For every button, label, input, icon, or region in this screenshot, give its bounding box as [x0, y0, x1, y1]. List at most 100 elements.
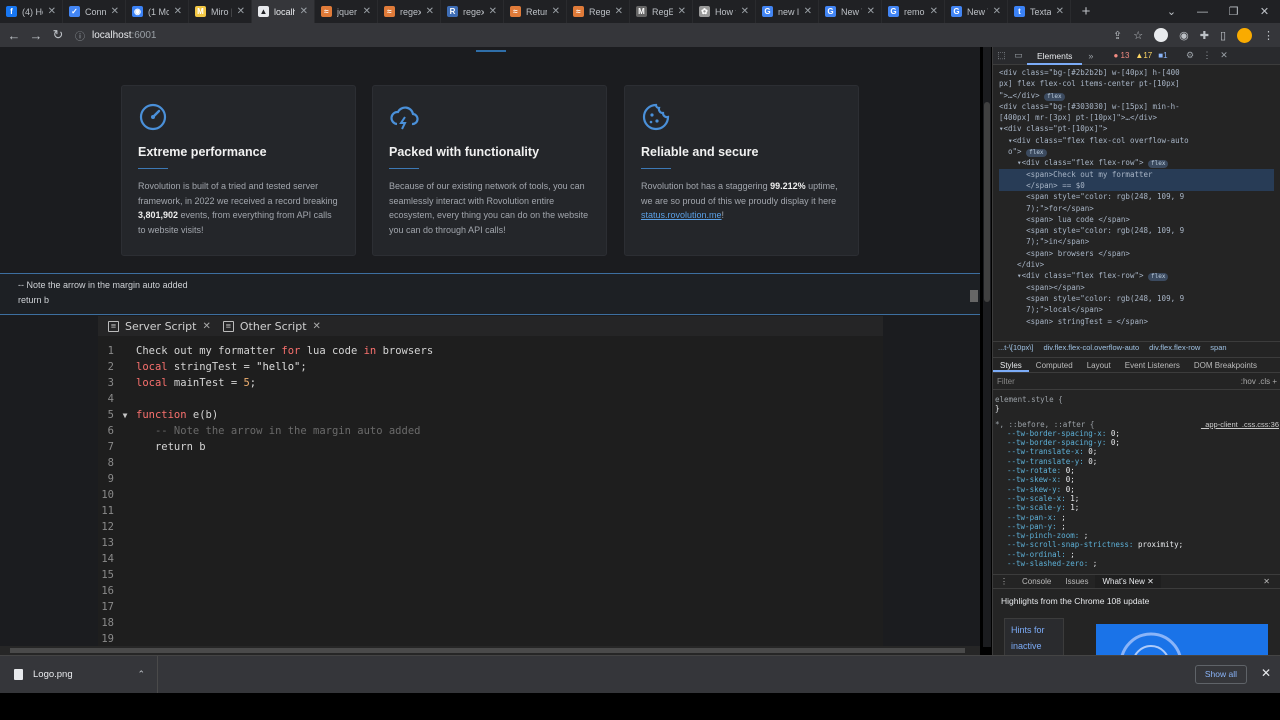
- dom-node[interactable]: </div>: [999, 259, 1274, 270]
- hints-link[interactable]: Hints for inactive: [1004, 618, 1064, 655]
- styles-tab[interactable]: DOM Breakpoints: [1187, 358, 1264, 372]
- code-line[interactable]: 7 return b: [98, 439, 883, 455]
- code-line[interactable]: 6 -- Note the arrow in the margin auto a…: [98, 423, 883, 439]
- browser-tab[interactable]: ◉ (1 Mc ✕: [126, 0, 189, 23]
- dom-node[interactable]: <span style="color: rgb(248, 109, 9: [999, 225, 1274, 236]
- back-icon[interactable]: ←: [3, 28, 25, 43]
- dom-node[interactable]: px] flex flex-col items-center pt-[10px]: [999, 78, 1274, 89]
- browser-tab[interactable]: f (4) Ho ✕: [0, 0, 63, 23]
- close-tab-icon[interactable]: ✕: [48, 6, 56, 17]
- browser-tab[interactable]: ≈ Return ✕: [504, 0, 567, 23]
- close-tab-icon[interactable]: ✕: [615, 6, 623, 17]
- breadcrumb-item[interactable]: div.flex.flex-col.overflow-auto: [1043, 342, 1139, 353]
- close-icon[interactable]: ✕: [313, 321, 321, 332]
- breadcrumb-item[interactable]: ...t-\[10px\]: [998, 342, 1033, 353]
- extension-icon[interactable]: [1154, 28, 1169, 42]
- show-all-button[interactable]: Show all: [1194, 665, 1247, 684]
- close-tab-icon[interactable]: ✕: [867, 6, 875, 17]
- extension-2-icon[interactable]: ◉: [1179, 29, 1189, 42]
- browser-tab[interactable]: M RegEx ✕: [630, 0, 693, 23]
- fold-arrow-icon[interactable]: ▼: [114, 411, 136, 420]
- status-link[interactable]: status.rovolution.me: [641, 210, 722, 220]
- close-tab-icon[interactable]: ✕: [174, 6, 182, 17]
- styles-tab[interactable]: Event Listeners: [1118, 358, 1187, 372]
- dom-node[interactable]: <span style="color: rgb(248, 109, 9: [999, 191, 1274, 202]
- dom-node[interactable]: <span style="color: rgb(248, 109, 9: [999, 293, 1274, 304]
- close-tab-icon[interactable]: ✕: [678, 6, 686, 17]
- css-property[interactable]: --tw-scale-y: 1;: [995, 503, 1279, 512]
- styles-tab[interactable]: Styles: [993, 358, 1029, 372]
- css-property[interactable]: --tw-slashed-zero: ;: [995, 559, 1279, 568]
- dom-node[interactable]: o"> flex: [999, 146, 1274, 158]
- dom-node[interactable]: <span> stringTest = </span>: [999, 316, 1274, 327]
- chevron-up-icon[interactable]: ⌃: [137, 669, 145, 680]
- browser-tab[interactable]: G New T ✕: [819, 0, 882, 23]
- dom-node[interactable]: <span> browsers </span>: [999, 248, 1274, 259]
- code-line[interactable]: 18: [98, 615, 883, 631]
- dom-node[interactable]: <div class="bg-[#303030] w-[15px] min-h-: [999, 101, 1274, 112]
- breadcrumb-item[interactable]: span: [1210, 342, 1226, 353]
- drawer-tab[interactable]: Issues: [1058, 575, 1095, 588]
- close-devtools-icon[interactable]: ✕: [1216, 50, 1233, 61]
- tab-elements[interactable]: Elements: [1027, 47, 1083, 65]
- issue-counts[interactable]: ● 13 ▲17 ■1: [1113, 51, 1167, 60]
- browser-tab[interactable]: ▲ localh ✕: [252, 0, 315, 23]
- dom-node[interactable]: ">…</div> flex: [999, 90, 1274, 101]
- code-line[interactable]: 14: [98, 551, 883, 567]
- breadcrumb-item[interactable]: div.flex.flex-row: [1149, 342, 1200, 353]
- more-tabs-icon[interactable]: »: [1082, 51, 1099, 61]
- close-tab-icon[interactable]: ✕: [741, 6, 749, 17]
- close-tab-icon[interactable]: ✕: [111, 6, 119, 17]
- browser-tab[interactable]: M Miro | ✕: [189, 0, 252, 23]
- code-line[interactable]: 9: [98, 471, 883, 487]
- inspect-icon[interactable]: ⬚: [993, 50, 1010, 61]
- browser-tab[interactable]: ≈ regex ✕: [378, 0, 441, 23]
- address-bar[interactable]: ⓘ localhost:6001: [75, 25, 1105, 45]
- device-toggle-icon[interactable]: ▭: [1010, 50, 1027, 61]
- code-line[interactable]: 8: [98, 455, 883, 471]
- code-line[interactable]: 17: [98, 599, 883, 615]
- code-line[interactable]: 3 local mainTest = 5;: [98, 375, 883, 391]
- css-property[interactable]: --tw-translate-y: 0;: [995, 457, 1279, 466]
- close-tab-icon[interactable]: ✕: [300, 6, 308, 17]
- css-property[interactable]: --tw-ordinal: ;: [995, 550, 1279, 559]
- horizontal-scrollbar[interactable]: [0, 646, 980, 655]
- close-tab-icon[interactable]: ✕: [489, 6, 497, 17]
- code-line[interactable]: 4: [98, 391, 883, 407]
- close-drawer-icon[interactable]: ✕: [1256, 575, 1277, 589]
- dom-node[interactable]: <span>Check out my formatter: [999, 168, 1274, 180]
- kebab-menu-icon[interactable]: ⋮: [1199, 50, 1216, 61]
- dom-node[interactable]: </span> == $0: [999, 179, 1274, 192]
- css-property[interactable]: --tw-scroll-snap-strictness: proximity;: [995, 540, 1279, 549]
- css-property[interactable]: --tw-translate-x: 0;: [995, 447, 1279, 456]
- close-tab-icon[interactable]: ✕: [1056, 6, 1064, 17]
- reload-icon[interactable]: ↻: [47, 27, 69, 43]
- tab-other-script[interactable]: ≡ Other Script ✕: [222, 320, 321, 333]
- side-panel-icon[interactable]: ▯: [1220, 29, 1226, 42]
- maximize-icon[interactable]: ❐: [1218, 0, 1249, 23]
- dom-node[interactable]: [400px] mr-[3px] pt-[10px]">…</div>: [999, 112, 1274, 123]
- settings-gear-icon[interactable]: ⚙: [1182, 50, 1199, 61]
- dom-node[interactable]: <span> lua code </span>: [999, 214, 1274, 225]
- dom-node[interactable]: 7);">for</span>: [999, 203, 1274, 214]
- css-source-link[interactable]: _app-client_.css.css:36: [1201, 420, 1279, 429]
- download-item[interactable]: Logo.png ⌃: [0, 655, 158, 694]
- close-tab-icon[interactable]: ✕: [993, 6, 1001, 17]
- code-line[interactable]: 13: [98, 535, 883, 551]
- close-tab-icon[interactable]: ✕: [237, 6, 245, 17]
- styles-tab[interactable]: Layout: [1080, 358, 1118, 372]
- filter-options[interactable]: :hov .cls +: [1241, 377, 1277, 386]
- close-tab-icon[interactable]: ✕: [426, 6, 434, 17]
- code-line[interactable]: 11: [98, 503, 883, 519]
- code-line[interactable]: 2 local stringTest = "hello";: [98, 359, 883, 375]
- close-shelf-icon[interactable]: ✕: [1261, 666, 1271, 680]
- dom-node[interactable]: 7);">in</span>: [999, 236, 1274, 247]
- minimize-icon[interactable]: —: [1187, 0, 1218, 23]
- profile-avatar[interactable]: [1237, 27, 1252, 43]
- close-tab-icon[interactable]: ✕: [930, 6, 938, 17]
- css-property[interactable]: --tw-pan-x: ;: [995, 513, 1279, 522]
- close-tab-icon[interactable]: ✕: [363, 6, 371, 17]
- browser-tab[interactable]: ✿ How t ✕: [693, 0, 756, 23]
- share-icon[interactable]: ⇪: [1113, 29, 1122, 42]
- dom-tree[interactable]: <div class="bg-[#2b2b2b] w-[40px] h-[400…: [993, 65, 1280, 333]
